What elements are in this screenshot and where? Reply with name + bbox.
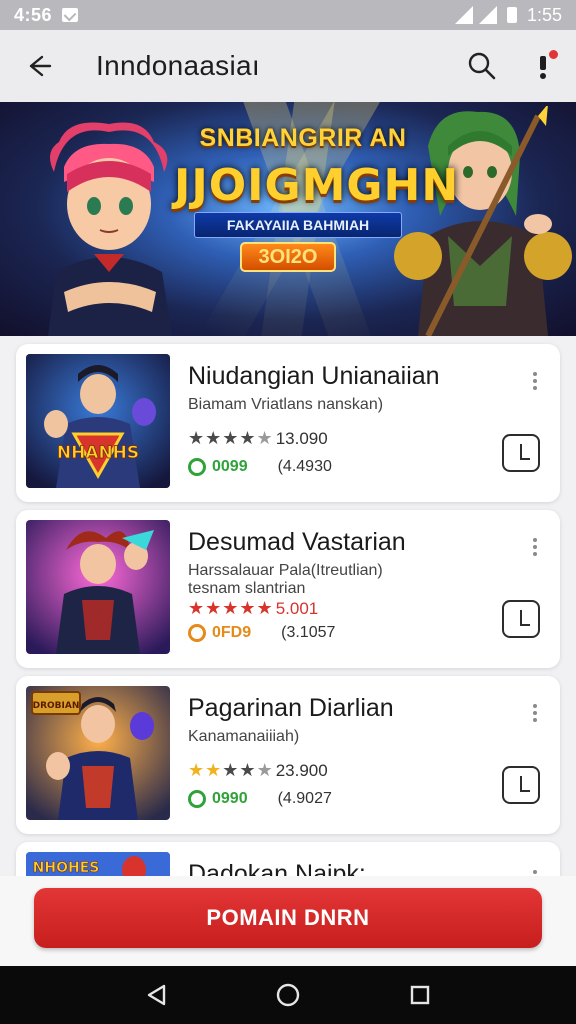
promo-banner[interactable]: SNBIANGRIR AN JJOIGMGHN FAKAYAIIA BAHMIA… (0, 102, 576, 336)
download-icon[interactable] (502, 434, 540, 472)
game-subtitle: Harssalauar Pala(Itreutlian) tesnam slan… (188, 562, 383, 598)
price-icon (188, 624, 206, 642)
game-thumbnail: DROBIAN (26, 686, 170, 820)
game-card[interactable]: DROBIAN Pagarinan Diarlian Kanamanaiiiah… (16, 676, 560, 834)
game-price: 0099 (212, 458, 248, 475)
game-title: Pagarinan Diarlian (188, 694, 394, 722)
nav-recents-icon[interactable] (406, 981, 434, 1009)
hero-right-illustration (394, 106, 572, 336)
game-rating: ★★★★★ 13.090 (188, 428, 328, 449)
more-options-icon[interactable] (532, 704, 538, 724)
game-card[interactable]: Desumad Vastarian Harssalauar Pala(Itreu… (16, 510, 560, 668)
game-downloads: (4.9027 (277, 790, 332, 807)
notification-icon (62, 8, 79, 22)
rating-stars: ★★★★★ (188, 760, 274, 780)
rating-stars: ★★★★★ (188, 428, 274, 448)
game-rating: ★★★★★ 5.001 (188, 598, 318, 619)
thumb-title: NHANHS (57, 443, 139, 463)
more-options-icon[interactable] (532, 538, 538, 558)
status-right: 1:55 (454, 4, 562, 26)
banner-title-main: JJOIGMGHN (174, 160, 460, 211)
banner-badge: 3OI2O (240, 242, 336, 272)
game-card[interactable]: NHOHES Dadokan Naipk: (16, 842, 560, 876)
notification-badge (547, 48, 560, 61)
game-downloads: (4.4930 (277, 458, 332, 475)
rating-stars: ★★★★★ (188, 598, 274, 618)
notification-alert-icon[interactable] (530, 48, 560, 82)
nav-back-icon[interactable] (142, 981, 170, 1009)
game-thumbnail: NHANHS (26, 354, 170, 488)
download-icon[interactable] (502, 766, 540, 804)
game-thumbnail (26, 520, 170, 654)
app-bar: Inndonaasiaı (0, 30, 576, 102)
game-downloads: (3.1057 (281, 624, 336, 641)
price-icon (188, 458, 206, 476)
hero-left-illustration (48, 122, 172, 336)
battery-icon (506, 7, 517, 23)
thumb-title: DROBIAN (33, 701, 80, 711)
game-meta: 0FD9 (3.1057 (188, 624, 335, 642)
rating-count: 23.900 (275, 760, 328, 780)
nav-home-icon[interactable] (274, 981, 302, 1009)
signal-icon (454, 6, 473, 24)
game-card[interactable]: NHANHS Niudangian Unianaiian Biamam Vria… (16, 344, 560, 502)
game-thumbnail: NHOHES (26, 852, 170, 876)
game-subtitle-line1: Harssalauar Pala(Itreutlian) (188, 562, 383, 579)
more-options-icon[interactable] (532, 372, 538, 392)
game-title: Desumad Vastarian (188, 528, 406, 556)
banner-title-top: SNBIANGRIR AN (199, 124, 407, 152)
rating-count: 5.001 (275, 598, 319, 618)
back-arrow-icon[interactable] (24, 51, 54, 81)
search-icon[interactable] (466, 50, 498, 82)
wifi-icon (478, 6, 497, 24)
cta-container: POMAIN DNRN (0, 876, 576, 966)
system-nav-bar (0, 966, 576, 1024)
rating-count: 13.090 (275, 428, 328, 448)
banner-subtitle: FAKAYAIIA BAHMIAH (194, 212, 402, 238)
game-price: 0990 (212, 790, 248, 807)
price-icon (188, 790, 206, 808)
game-meta: 0099 (4.4930 (188, 458, 332, 476)
game-list: NHANHS Niudangian Unianaiian Biamam Vria… (0, 336, 576, 876)
download-icon[interactable] (502, 600, 540, 638)
game-subtitle-line2: tesnam slantrian (188, 580, 306, 597)
game-title: Niudangian Unianaiian (188, 362, 440, 390)
status-right-text: 1:55 (526, 4, 562, 25)
game-title: Dadokan Naipk: (188, 860, 366, 876)
game-price: 0FD9 (212, 624, 252, 641)
game-rating: ★★★★★ 23.900 (188, 760, 328, 781)
status-time: 4:56 (14, 4, 53, 25)
game-meta: 0990 (4.9027 (188, 790, 332, 808)
thumb-title: NHOHES (33, 860, 100, 876)
status-bar: 4:56 1:55 (0, 0, 576, 30)
page-title: Inndonaasiaı (96, 50, 260, 81)
game-subtitle: Biamam Vriatlans nanskan) (188, 396, 384, 413)
primary-cta-button[interactable]: POMAIN DNRN (34, 888, 542, 948)
game-subtitle: Kanamanaiiiah) (188, 728, 300, 745)
